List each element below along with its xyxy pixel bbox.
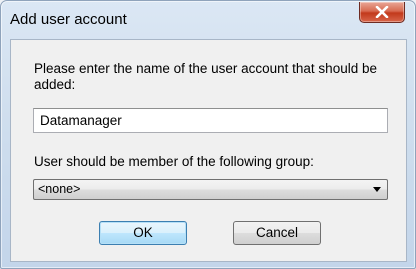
- username-prompt-label: Please enter the name of the user accoun…: [34, 61, 377, 92]
- ok-button[interactable]: OK: [99, 221, 187, 245]
- add-user-dialog: Add user account Please enter the name o…: [0, 0, 416, 269]
- group-select[interactable]: <none>: [33, 179, 388, 200]
- chevron-down-icon: [373, 187, 381, 192]
- close-button[interactable]: [359, 2, 405, 23]
- cancel-button[interactable]: Cancel: [233, 221, 321, 245]
- close-icon: [375, 6, 389, 18]
- group-label: User should be member of the following g…: [34, 154, 314, 169]
- dialog-content: Please enter the name of the user accoun…: [10, 39, 407, 262]
- group-select-value: <none>: [38, 182, 81, 196]
- username-input[interactable]: Datamanager: [33, 108, 388, 133]
- username-input-value: Datamanager: [40, 113, 122, 128]
- dialog-title: Add user account: [10, 11, 127, 28]
